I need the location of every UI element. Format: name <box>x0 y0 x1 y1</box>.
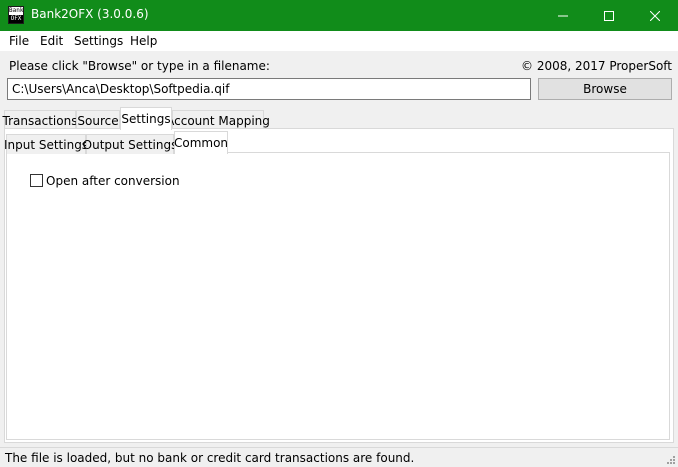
common-tab-panel <box>6 152 670 440</box>
resize-grip-icon[interactable] <box>666 455 676 465</box>
menu-edit[interactable]: Edit <box>40 34 63 48</box>
minimize-button[interactable] <box>540 0 586 31</box>
menu-help[interactable]: Help <box>130 34 157 48</box>
window-title: Bank2OFX (3.0.0.6) <box>31 7 149 21</box>
tab-source[interactable]: Source <box>76 110 120 130</box>
tab-settings[interactable]: Settings <box>120 107 172 130</box>
close-icon <box>650 10 660 21</box>
copyright-label: © 2008, 2017 ProperSoft <box>521 59 672 73</box>
open-after-conversion-checkbox[interactable] <box>30 174 43 187</box>
open-after-conversion-label: Open after conversion <box>46 174 180 188</box>
tab-input-settings[interactable]: Input Settings <box>4 134 88 154</box>
status-bar: The file is loaded, but no bank or credi… <box>0 447 678 467</box>
menu-settings[interactable]: Settings <box>74 34 123 48</box>
filename-input[interactable] <box>7 78 531 100</box>
close-button[interactable] <box>632 0 678 31</box>
tab-transactions[interactable]: Transactions <box>3 110 77 130</box>
title-bar: Bank OFX Bank2OFX (3.0.0.6) <box>0 0 678 31</box>
filename-prompt-label: Please click "Browse" or type in a filen… <box>9 59 270 73</box>
status-text: The file is loaded, but no bank or credi… <box>5 451 415 465</box>
menu-bar: File Edit Settings Help <box>0 31 678 51</box>
maximize-button[interactable] <box>586 0 632 31</box>
app-logo-icon: Bank OFX <box>8 6 24 24</box>
minimize-icon <box>558 15 568 16</box>
tab-account-mapping[interactable]: Account Mapping <box>166 110 270 130</box>
tab-common[interactable]: Common <box>174 131 228 154</box>
menu-file[interactable]: File <box>9 34 29 48</box>
maximize-icon <box>604 10 614 21</box>
browse-button[interactable]: Browse <box>538 78 672 100</box>
tab-output-settings[interactable]: Output Settings <box>83 134 177 154</box>
